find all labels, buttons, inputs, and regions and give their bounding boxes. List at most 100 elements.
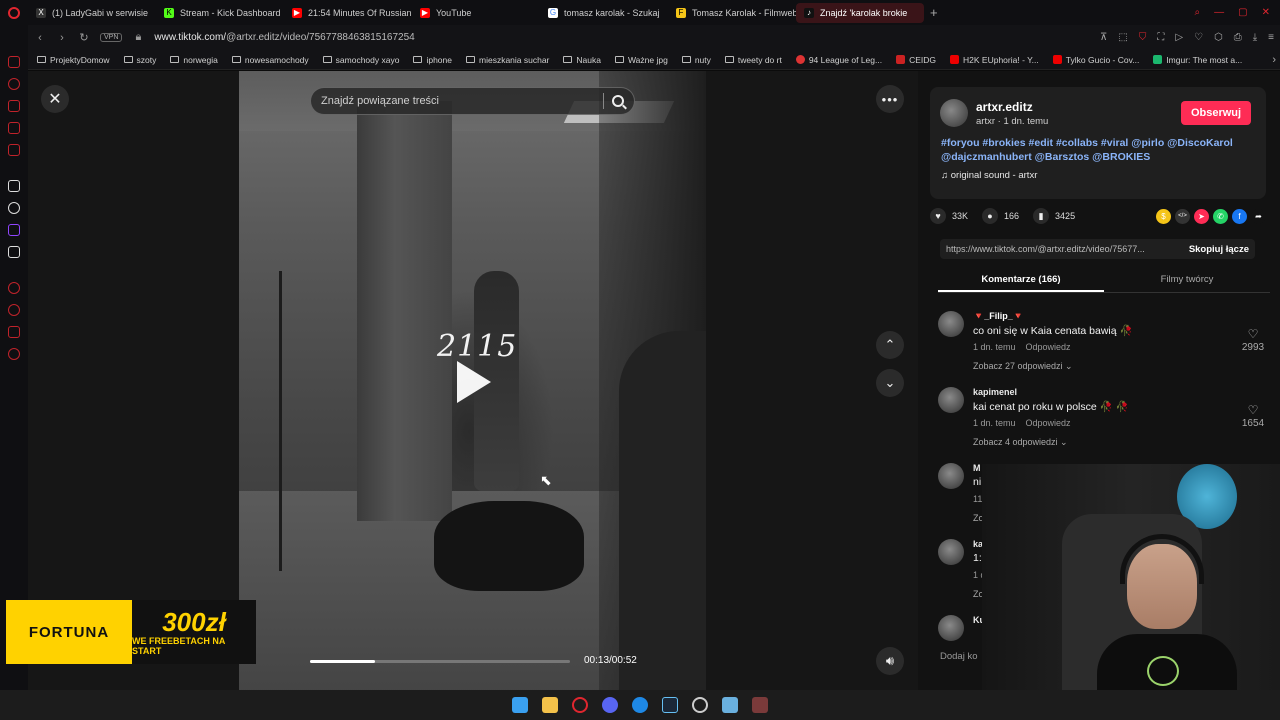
- minimize-icon[interactable]: —: [1214, 7, 1224, 18]
- forward-icon[interactable]: ›: [56, 32, 68, 44]
- bookmark-folder[interactable]: nowesamochody: [227, 55, 314, 65]
- send-icon[interactable]: ➤: [1194, 208, 1209, 224]
- view-replies-button[interactable]: Zobacz 27 odpowiedzi ⌄: [973, 361, 1073, 372]
- shield-icon[interactable]: ⛉: [1139, 32, 1147, 43]
- sidebar-aria-icon[interactable]: [8, 180, 20, 192]
- reply-button[interactable]: Odpowiedz: [1026, 418, 1071, 428]
- next-video-button[interactable]: ⌄: [876, 369, 904, 397]
- save-icon[interactable]: ▮: [1033, 208, 1050, 224]
- browser-tab[interactable]: ▶ 21:54 Minutes Of Russian: [284, 3, 412, 23]
- opera-logo[interactable]: [0, 0, 28, 25]
- bookmark-folder[interactable]: Ważne jpg: [610, 55, 673, 65]
- play-icon[interactable]: [457, 361, 491, 403]
- pin-icon[interactable]: ⊼: [1100, 32, 1107, 43]
- bookmark-folder[interactable]: ProjektyDomow: [32, 55, 115, 65]
- avatar[interactable]: [938, 463, 964, 489]
- reply-button[interactable]: Odpowiedz: [1026, 342, 1071, 352]
- player-icon[interactable]: ▷: [1175, 32, 1183, 43]
- bookmark-folder[interactable]: nuty: [677, 55, 716, 65]
- discord-icon[interactable]: [602, 697, 618, 713]
- vpn-badge[interactable]: VPN: [100, 33, 123, 42]
- avatar[interactable]: [938, 311, 964, 337]
- facebook-icon[interactable]: f: [1232, 208, 1247, 224]
- heart-icon[interactable]: ♡: [1194, 32, 1203, 43]
- obs-icon[interactable]: [692, 697, 708, 713]
- menu-icon[interactable]: ≡: [1268, 32, 1274, 43]
- bookmark-link[interactable]: Tylko Gucio - Cov...: [1048, 55, 1145, 65]
- bookmark-folder[interactable]: mieszkania suchar: [461, 55, 554, 65]
- related-search-box[interactable]: [310, 87, 635, 115]
- browser-tab[interactable]: X (1) LadyGabi w serwisie: [28, 3, 156, 23]
- tab-creator-videos[interactable]: Filmy twórcy: [1104, 269, 1270, 292]
- sidebar-history-icon[interactable]: [8, 78, 20, 90]
- new-tab-button[interactable]: +: [924, 5, 944, 20]
- bookmark-link[interactable]: CEIDG: [891, 55, 941, 65]
- comment-user[interactable]: M: [973, 463, 981, 473]
- messenger-icon[interactable]: [632, 697, 648, 713]
- sidebar-chat-icon[interactable]: [8, 326, 20, 338]
- whatsapp-icon[interactable]: ✆: [1213, 208, 1228, 224]
- bookmark-folder[interactable]: Nauka: [558, 55, 606, 65]
- bookmark-folder[interactable]: szoty: [119, 55, 162, 65]
- avatar[interactable]: [938, 387, 964, 413]
- video-player[interactable]: 2115 ⬉: [239, 71, 706, 695]
- sidebar-settings-icon[interactable]: [8, 348, 20, 360]
- browser-tab[interactable]: F Tomasz Karolak - Filmweb: [668, 3, 796, 23]
- follow-button[interactable]: Obserwuj: [1181, 101, 1251, 125]
- sidebar-messenger-icon[interactable]: [8, 56, 20, 68]
- copy-link-button[interactable]: Skopiuj łącze: [1181, 244, 1249, 255]
- sidebar-x-icon[interactable]: [8, 246, 20, 258]
- sidebar-m-icon[interactable]: [8, 144, 20, 156]
- avatar[interactable]: [938, 539, 964, 565]
- video-progress-bar[interactable]: [310, 660, 570, 663]
- browser-tab[interactable]: Gtomasz karolak - Szukaj: [540, 3, 668, 23]
- file-explorer-icon[interactable]: [542, 697, 558, 713]
- snapshot-icon[interactable]: ⬚: [1118, 32, 1127, 43]
- video-link[interactable]: https://www.tiktok.com/@artxr.editz/vide…: [946, 244, 1181, 254]
- sidebar-player-icon[interactable]: [8, 122, 20, 134]
- volume-button[interactable]: 🔊︎: [876, 647, 904, 675]
- download-icon[interactable]: ⤓: [1253, 32, 1257, 43]
- comment-user[interactable]: 🔻_Filip_🔻: [973, 311, 1024, 322]
- bookmark-folder[interactable]: iphone: [408, 55, 457, 65]
- previous-video-button[interactable]: ⌃: [876, 331, 904, 359]
- snapshot-tool-icon[interactable]: ⎙: [1234, 32, 1242, 43]
- url-field[interactable]: www.tiktok.com/@artxr.editz/video/756778…: [154, 32, 414, 43]
- comment-icon[interactable]: ●: [982, 208, 999, 224]
- maximize-icon[interactable]: ▢: [1238, 7, 1247, 18]
- reload-icon[interactable]: ↻: [78, 31, 90, 44]
- search-icon[interactable]: [612, 95, 624, 107]
- fortuna-ad[interactable]: FORTUNA 300zł WE FREEBETACH NA START: [6, 600, 256, 664]
- notepad-icon[interactable]: [722, 697, 738, 713]
- sound-link[interactable]: ♫ original sound - artxr: [941, 170, 1037, 181]
- search-tabs-icon[interactable]: ⌕: [1195, 7, 1201, 18]
- bookmark-link[interactable]: 94 League of Leg...: [791, 55, 887, 65]
- sidebar-speed-dial-icon[interactable]: [8, 282, 20, 294]
- add-comment-input[interactable]: Dodaj ko: [940, 651, 978, 662]
- bookmark-link[interactable]: Imgur: The most a...: [1148, 55, 1247, 65]
- sidebar-clock-icon[interactable]: [8, 304, 20, 316]
- video-description[interactable]: #foryou #brokies #edit #collabs #viral @…: [941, 136, 1251, 164]
- browser-tab[interactable]: ▶ YouTube: [412, 3, 540, 23]
- bookmark-icon[interactable]: ⛶: [1157, 32, 1164, 43]
- close-video-button[interactable]: ✕: [41, 85, 69, 113]
- sidebar-twitch-icon[interactable]: [8, 224, 20, 236]
- author-name[interactable]: artxr.editz: [976, 100, 1033, 114]
- comment-user[interactable]: kapimenel: [973, 387, 1017, 397]
- avatar[interactable]: [938, 615, 964, 641]
- extensions-icon[interactable]: ⬡: [1214, 32, 1223, 43]
- embed-icon[interactable]: </>: [1175, 208, 1190, 224]
- steam-icon[interactable]: [662, 697, 678, 713]
- avatar[interactable]: [940, 99, 968, 127]
- opera-gx-icon[interactable]: [572, 697, 588, 713]
- close-window-icon[interactable]: ✕: [1262, 7, 1270, 18]
- coin-icon[interactable]: $: [1156, 208, 1171, 224]
- sidebar-wallet-icon[interactable]: [8, 100, 20, 112]
- app-icon[interactable]: [752, 697, 768, 713]
- windows-start-icon[interactable]: [512, 697, 528, 713]
- share-arrow-icon[interactable]: ➦: [1251, 208, 1266, 224]
- bookmark-folder[interactable]: samochody xayo: [318, 55, 405, 65]
- more-options-button[interactable]: •••: [876, 85, 904, 113]
- heart-icon[interactable]: ♡: [1238, 403, 1268, 417]
- bookmarks-overflow-icon[interactable]: ›: [1272, 54, 1276, 66]
